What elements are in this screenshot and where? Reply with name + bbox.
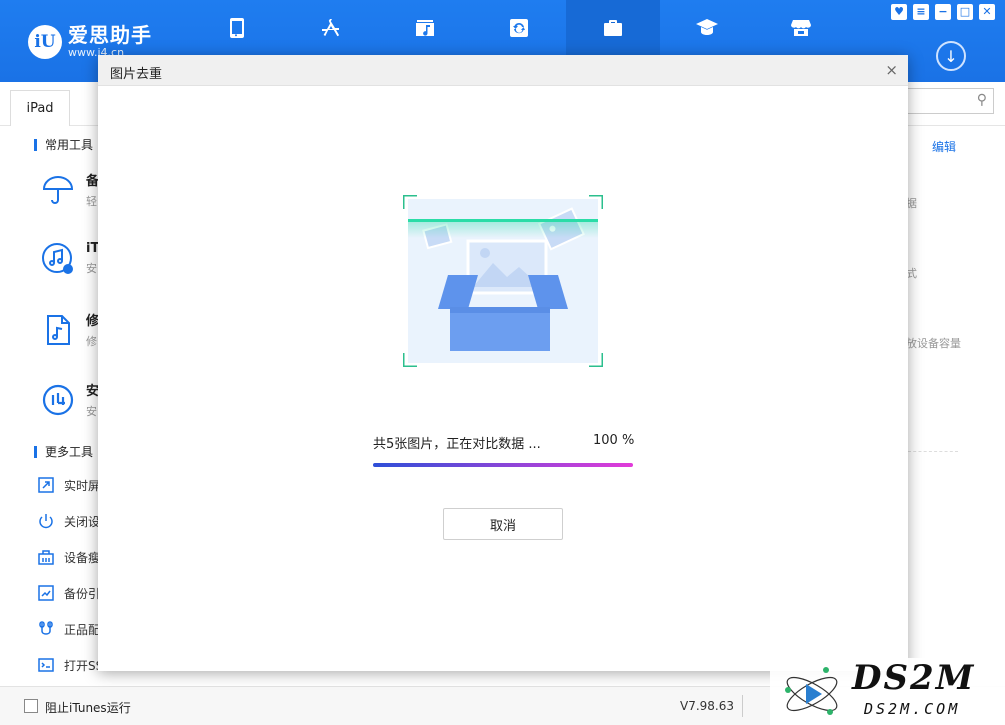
nav-tutorials[interactable] [660, 0, 754, 56]
main-nav [190, 0, 848, 56]
maximize-button[interactable]: □ [957, 4, 973, 20]
i4-logo-icon [42, 384, 74, 415]
nav-store[interactable] [754, 0, 848, 56]
progress-fill [373, 463, 633, 467]
small-tool-label: 备份引 [64, 586, 101, 601]
tool-ringtone[interactable]: 修 修 [40, 310, 99, 349]
power-icon [39, 514, 53, 529]
toolbox-icon [604, 20, 622, 36]
small-tool-label: 关闭设 [64, 514, 101, 529]
menu-button[interactable]: ≡ [913, 4, 929, 20]
graduation-cap-icon [696, 19, 718, 35]
phone-icon [230, 18, 244, 38]
tool-backup[interactable]: 备 轻 [40, 170, 99, 209]
right-desc-fragment: 放设备容量 [906, 337, 961, 350]
nav-apps[interactable] [284, 0, 378, 56]
cancel-button[interactable]: 取消 [443, 508, 563, 540]
tool-open-ssh[interactable]: 打开SS [36, 655, 103, 675]
download-icon: ↓ [944, 46, 958, 66]
tool-shutdown[interactable]: 关闭设 [36, 511, 100, 531]
block-itunes-label: 阻止iTunes运行 [45, 701, 131, 715]
tool-itunes[interactable]: iT 安 [40, 240, 99, 276]
tool-backup-boot[interactable]: 备份引 [36, 583, 100, 603]
dialog-header: 图片去重 × [98, 55, 908, 86]
scan-glow [408, 222, 598, 238]
tool-install[interactable]: 安 安 [40, 380, 99, 419]
common-tools-title: 常用工具 [34, 139, 93, 151]
watermark-url: DS2M.COM [864, 700, 961, 718]
nav-media[interactable] [378, 0, 472, 56]
music-file-icon [47, 314, 70, 345]
scan-illustration [401, 193, 605, 369]
nav-device[interactable] [190, 0, 284, 56]
tool-genuine-check[interactable]: 正品配 [36, 619, 100, 639]
dialog-close-button[interactable]: × [885, 61, 898, 79]
watermark-logo-icon [785, 667, 838, 715]
scan-line [408, 219, 598, 222]
small-tool-label: 设备瘦 [64, 550, 101, 565]
progress-status-text: 共5张图片，正在对比数据 ... [373, 437, 541, 452]
minimize-button[interactable]: − [935, 4, 951, 20]
block-itunes-checkbox[interactable] [24, 699, 38, 713]
sync-icon [510, 19, 528, 37]
version-label: V7.98.63 [680, 699, 735, 713]
music-folder-icon [416, 20, 434, 36]
progress-percent: 100 % [593, 433, 635, 448]
nav-toolbox[interactable] [566, 0, 660, 56]
divider [908, 451, 958, 452]
tab-ipad[interactable]: iPad [10, 90, 70, 126]
umbrella-icon [42, 175, 74, 204]
small-tool-label: 实时屏 [64, 478, 101, 493]
terminal-icon [38, 658, 54, 672]
earphones-icon [39, 621, 53, 635]
app-store-icon [322, 19, 340, 37]
nav-sync[interactable] [472, 0, 566, 56]
window-controls: ♥ ≡ − □ ✕ [891, 4, 995, 20]
logo-badge: iU [28, 25, 62, 59]
watermark-text: DS2M [852, 658, 976, 698]
search-icon[interactable]: ⚲ [977, 92, 987, 108]
close-window-button[interactable]: ✕ [979, 4, 995, 20]
dedupe-dialog: 图片去重 × 共5张图片，正在对比数据 ... 100 % 取消 [98, 55, 908, 671]
image-chart-icon [38, 585, 54, 601]
download-button[interactable]: ↓ [936, 41, 966, 71]
skin-button[interactable]: ♥ [891, 4, 907, 20]
edit-link[interactable]: 编辑 [932, 138, 956, 155]
divider [742, 695, 743, 717]
small-tool-label: 正品配 [64, 622, 101, 637]
tool-slim[interactable]: 设备瘦 [36, 547, 100, 567]
search-input[interactable]: ⚲ [906, 88, 994, 114]
progress-bar [373, 463, 633, 467]
dialog-title: 图片去重 [110, 67, 163, 82]
logo-name: 爱思助手 [68, 23, 152, 47]
store-icon [791, 20, 811, 36]
more-tools-title: 更多工具 [34, 446, 93, 458]
itunes-icon [42, 243, 73, 274]
broom-icon [38, 550, 54, 565]
watermark: DS2M DS2M.COM [770, 658, 1005, 725]
tool-realtime-screen[interactable]: 实时屏 [36, 475, 100, 495]
screen-mirror-icon [38, 477, 54, 493]
